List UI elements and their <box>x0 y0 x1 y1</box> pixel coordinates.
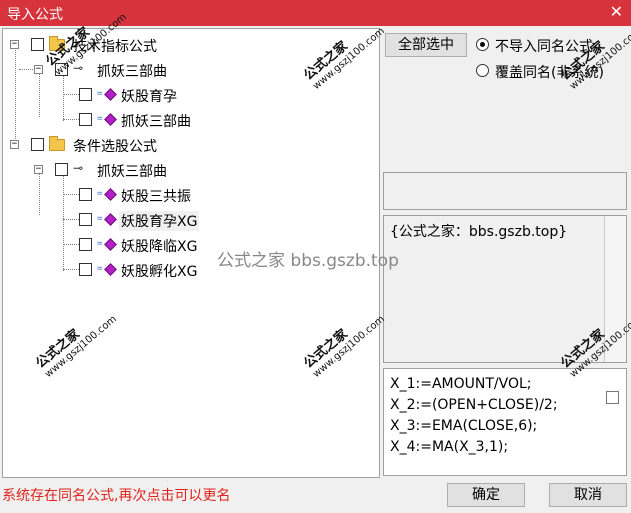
item-label: 妖股育孕 <box>121 89 177 105</box>
tree-line <box>39 171 40 215</box>
formula-icon <box>104 188 117 201</box>
tree-line <box>63 194 79 195</box>
formula-icon <box>104 213 117 226</box>
equals-icon: = <box>97 89 103 99</box>
item-checkbox[interactable] <box>79 88 92 101</box>
radio-skip-label: 不导入同名公式 <box>495 39 593 55</box>
title-bar: 导入公式 ✕ <box>0 0 631 26</box>
formula-icon <box>104 263 117 276</box>
sub-label: 抓妖三部曲 <box>97 164 167 180</box>
description-scrollbar[interactable] <box>604 216 626 362</box>
expander-icon[interactable]: − <box>10 40 19 49</box>
group-checkbox[interactable] <box>31 138 44 151</box>
window-title: 导入公式 <box>7 7 63 23</box>
item-label: 抓妖三部曲 <box>121 114 191 130</box>
code-line: X_2:=(OPEN+CLOSE)/2; <box>390 397 558 413</box>
group-checkbox[interactable] <box>31 38 44 51</box>
sub-checkbox[interactable] <box>55 63 68 76</box>
sub-checkbox[interactable] <box>55 163 68 176</box>
equals-icon: = <box>97 214 103 224</box>
tree-line <box>63 219 79 220</box>
select-all-button[interactable]: 全部选中 <box>385 33 467 57</box>
item-checkbox[interactable] <box>79 213 92 226</box>
code-panel[interactable]: X_1:=AMOUNT/VOL; X_2:=(OPEN+CLOSE)/2; X_… <box>383 368 627 476</box>
code-lines: X_1:=AMOUNT/VOL; X_2:=(OPEN+CLOSE)/2; X_… <box>390 374 558 458</box>
equals-icon: = <box>97 114 103 124</box>
item-label: 妖股降临XG <box>121 239 198 255</box>
code-line: X_1:=AMOUNT/VOL; <box>390 376 532 392</box>
item-checkbox[interactable] <box>79 188 92 201</box>
item-label: 妖股孵化XG <box>121 264 198 280</box>
code-line: X_4:=MA(X_3,1); <box>390 439 509 455</box>
tree-line <box>39 73 40 117</box>
tree-line <box>63 173 64 271</box>
tree-line <box>15 47 16 145</box>
item-checkbox[interactable] <box>79 238 92 251</box>
radio-overwrite-label: 覆盖同名(非系统) <box>495 65 604 81</box>
folder-icon <box>49 36 65 51</box>
description-text: {公式之家：bbs.gszb.top} <box>390 224 568 240</box>
formula-icon <box>104 88 117 101</box>
equals-icon: = <box>97 189 103 199</box>
tree-line <box>63 269 79 270</box>
equals-icon: = <box>97 239 103 249</box>
item-checkbox[interactable] <box>79 113 92 126</box>
tree-line <box>63 75 64 121</box>
item-label: 妖股三共振 <box>121 189 191 205</box>
equals-icon: = <box>97 264 103 274</box>
ok-button[interactable]: 确定 <box>447 483 525 507</box>
close-icon[interactable]: ✕ <box>610 2 623 21</box>
code-checkbox[interactable] <box>606 391 619 404</box>
item-label: 妖股育孕XG <box>119 211 200 231</box>
expander-icon[interactable]: − <box>10 140 19 149</box>
group-label: 技术指标公式 <box>73 39 157 55</box>
watermark-center-text: 公式之家 bbs.gszb.top <box>217 251 399 271</box>
formula-icon <box>104 113 117 126</box>
group-label: 条件选股公式 <box>73 139 157 155</box>
tree-line <box>63 119 79 120</box>
tree-line <box>19 69 33 70</box>
status-message: 系统存在同名公式,再次点击可以更名 <box>2 488 231 504</box>
folder-icon <box>49 136 65 151</box>
tree-line <box>63 244 79 245</box>
key-icon: ⊸ <box>73 161 84 175</box>
expander-icon[interactable]: − <box>34 165 43 174</box>
formula-icon <box>104 238 117 251</box>
radio-skip-duplicate[interactable] <box>476 38 489 51</box>
sub-label: 抓妖三部曲 <box>97 64 167 80</box>
blank-panel <box>383 172 627 210</box>
tree-line <box>63 94 79 95</box>
code-line: X_3:=EMA(CLOSE,6); <box>390 418 538 434</box>
description-panel: {公式之家：bbs.gszb.top} <box>383 215 627 363</box>
item-checkbox[interactable] <box>79 263 92 276</box>
key-icon: ⊸ <box>73 61 84 75</box>
cancel-button[interactable]: 取消 <box>549 483 627 507</box>
radio-overwrite[interactable] <box>476 64 489 77</box>
expander-icon[interactable]: − <box>34 65 43 74</box>
